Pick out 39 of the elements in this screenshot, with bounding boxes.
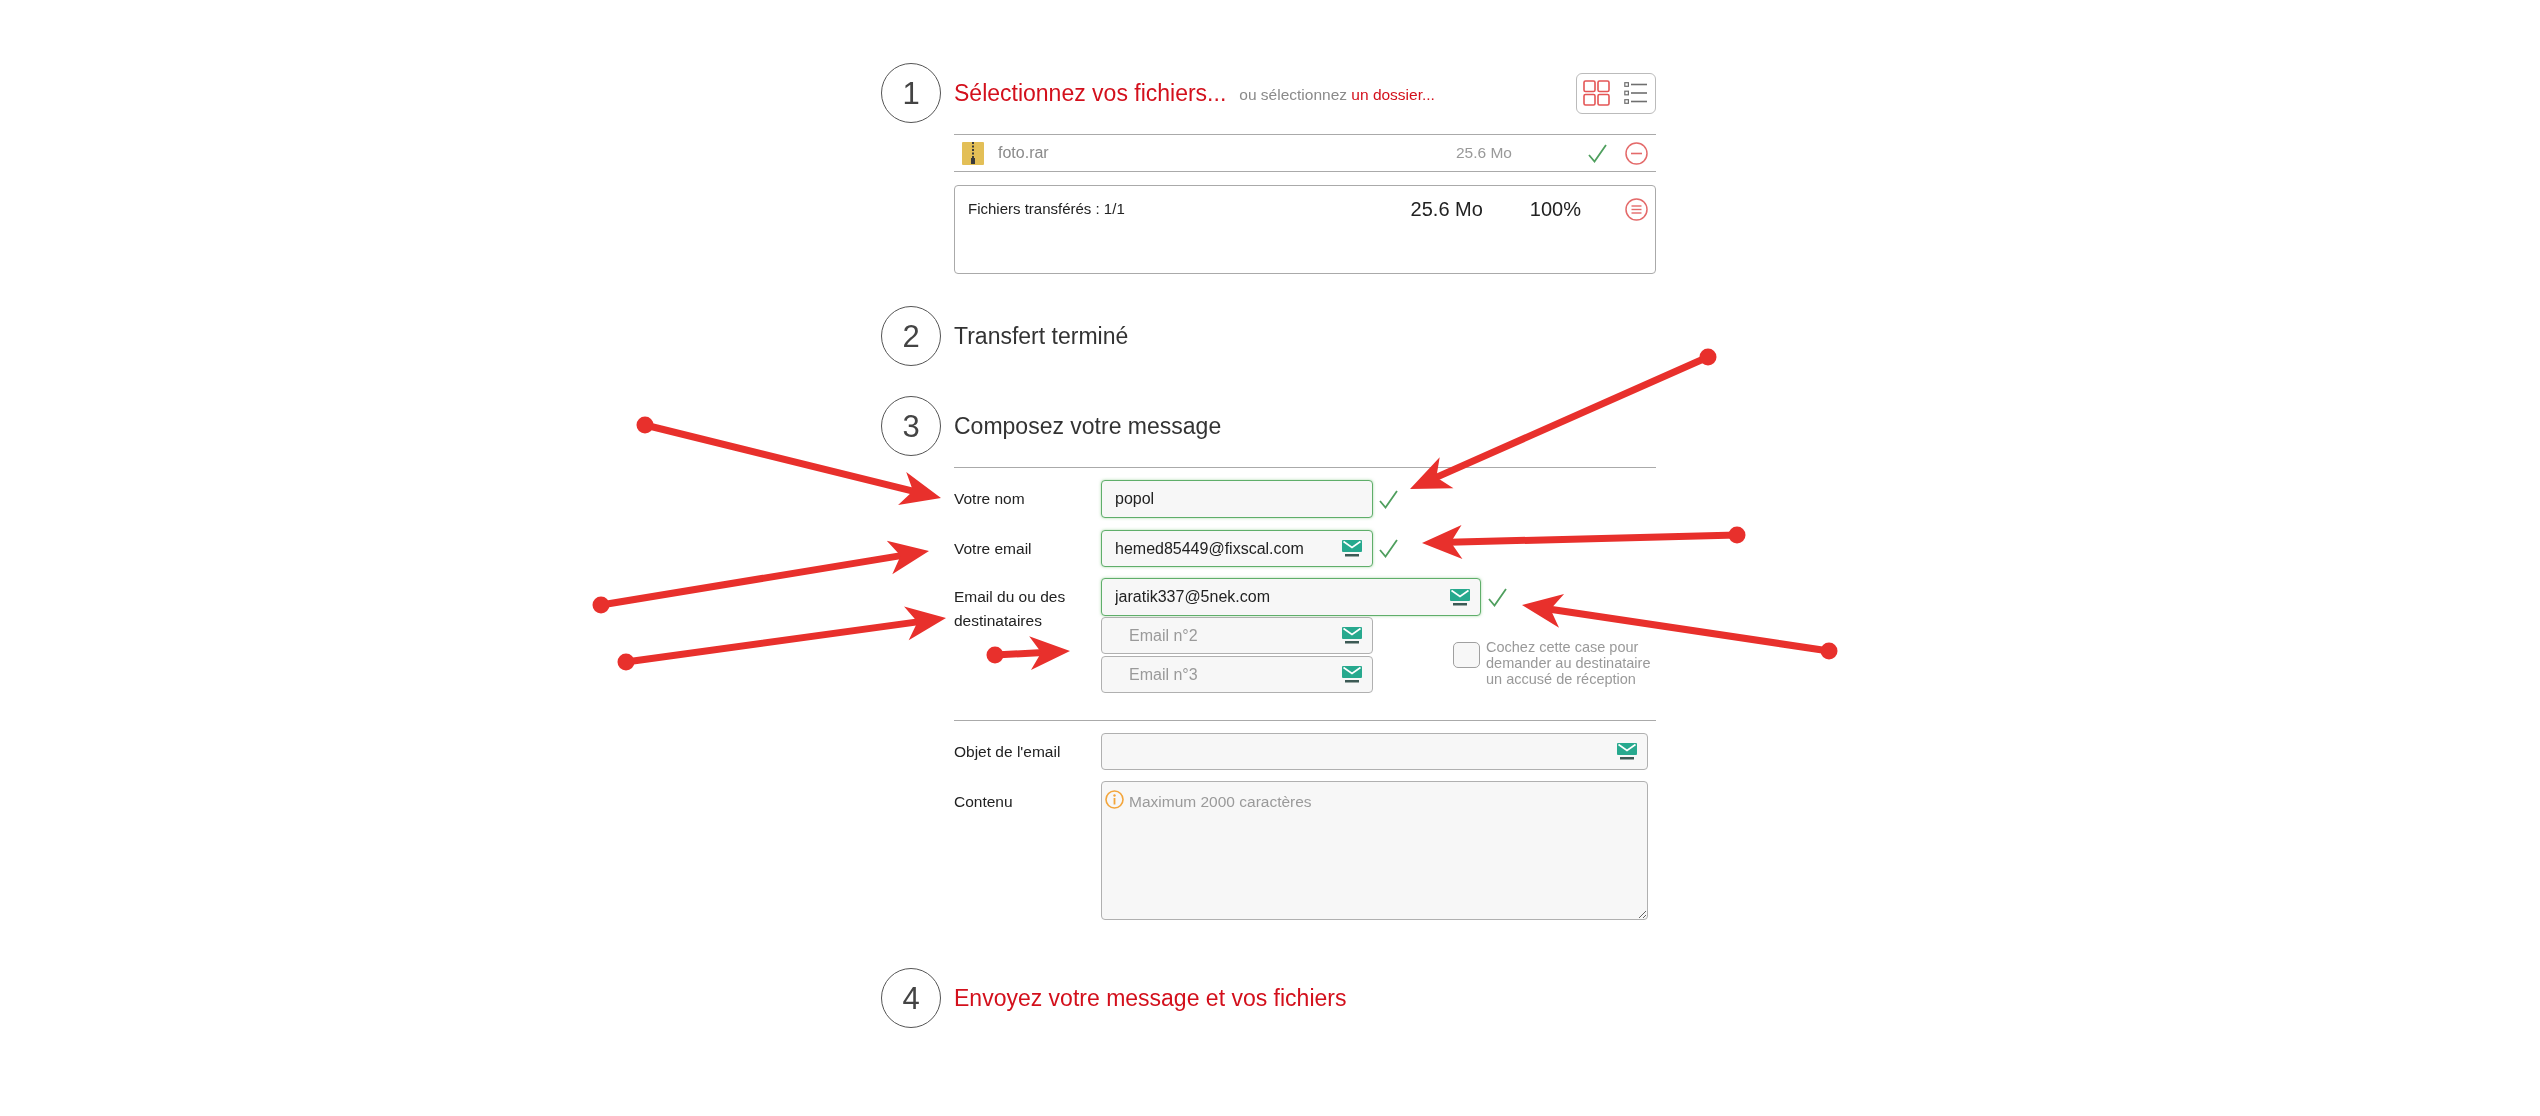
step-title: Transfert terminé xyxy=(954,324,1129,348)
file-size: 25.6 Mo xyxy=(1456,143,1512,164)
list-view-button[interactable] xyxy=(1624,82,1647,104)
envelope-icon xyxy=(1342,666,1362,683)
step-title[interactable]: Sélectionnez vos fichiers... xyxy=(954,81,1227,105)
envelope-icon xyxy=(1342,540,1362,557)
field-label: Email du ou des destinataires xyxy=(954,587,1067,631)
email-field[interactable]: jaratik337@5nek.com xyxy=(1101,578,1481,616)
name-field[interactable]: popol xyxy=(1101,480,1373,518)
email-field[interactable]: Email n°2 xyxy=(1101,617,1373,654)
step-title[interactable]: Envoyez votre message et vos fichiers xyxy=(954,986,1347,1010)
step-number: 2 xyxy=(881,306,941,366)
transfer-count: Fichiers transférés : 1/1 xyxy=(968,198,1125,219)
field-label: Votre email xyxy=(954,538,1033,559)
menu-circle-icon[interactable] xyxy=(1625,197,1648,221)
email-field[interactable]: Email n°3 xyxy=(1101,656,1373,693)
list-icon xyxy=(1624,82,1647,104)
zip-file-icon xyxy=(962,141,984,165)
receipt-label: Cochez cette case pour demander au destinataire un accusé de réception xyxy=(1486,639,1652,687)
subject-field[interactable] xyxy=(1101,733,1648,770)
transfer-size: 25.6 Mo xyxy=(1410,197,1483,222)
grid-icon xyxy=(1583,80,1610,106)
file-name: foto.rar xyxy=(998,143,1049,163)
grid-view-button[interactable] xyxy=(1583,80,1610,106)
envelope-icon xyxy=(1342,627,1362,644)
envelope-icon xyxy=(1450,588,1470,606)
field-label: Votre nom xyxy=(954,489,1026,510)
minus-circle-icon[interactable] xyxy=(1625,141,1648,165)
message-field[interactable]: Maximum 2000 caractères xyxy=(1101,781,1648,920)
field-label: Objet de l'email xyxy=(954,741,1062,762)
info-icon xyxy=(1105,790,1124,809)
folder-prompt: ou sélectionnez un dossier... xyxy=(1239,85,1435,106)
transfer-percent: 100% xyxy=(1529,197,1581,222)
email-field[interactable]: hemed85449@fixscal.com xyxy=(1101,530,1373,567)
envelope-icon xyxy=(1617,743,1637,760)
field-label: Contenu xyxy=(954,792,1014,812)
step-title: Composez votre message xyxy=(954,414,1222,438)
receipt-checkbox[interactable] xyxy=(1453,642,1480,668)
folder-link[interactable]: un dossier... xyxy=(1351,86,1435,104)
